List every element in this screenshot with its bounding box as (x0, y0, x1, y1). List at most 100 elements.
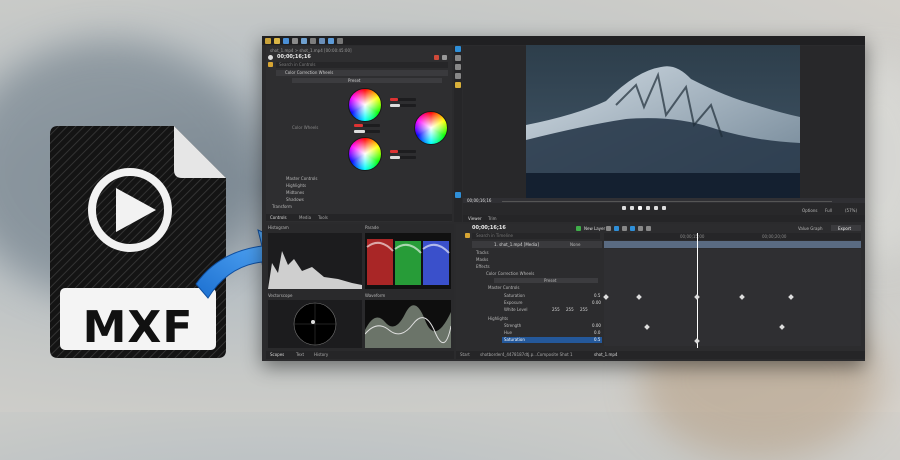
track-exposure[interactable]: Exposure (504, 300, 523, 305)
go-start-icon[interactable] (622, 206, 626, 210)
layer-clip-bar[interactable] (604, 241, 861, 248)
snap-tool-icon[interactable] (455, 192, 461, 198)
vectorscope (268, 300, 362, 348)
viewer-timecode: 00;00;16;16 (467, 198, 492, 203)
undo-icon[interactable] (328, 38, 334, 44)
tab-trim[interactable]: Trim (488, 216, 497, 221)
import-icon[interactable] (292, 38, 298, 44)
track-masks[interactable]: Masks (476, 257, 488, 262)
settings-icon[interactable] (442, 55, 447, 60)
prev-frame-icon[interactable] (630, 206, 634, 210)
track-color-correction[interactable]: Color Correction Wheels (486, 271, 534, 276)
tab-text[interactable]: Text (296, 352, 304, 357)
mask-tool-icon[interactable] (455, 64, 461, 70)
tab-composite-shot[interactable]: Composite Shot 1 (537, 352, 573, 357)
loop-icon[interactable] (662, 206, 666, 210)
highlights-color-wheel[interactable] (348, 88, 382, 122)
white-level-b[interactable]: 255 (580, 307, 588, 312)
preset-dropdown[interactable] (292, 78, 442, 83)
track-strength-value[interactable]: 0.00 (592, 323, 601, 328)
highlights-red-slider[interactable] (390, 98, 416, 101)
midtones-color-wheel[interactable] (414, 111, 448, 145)
keyframe-prev-icon[interactable] (606, 226, 611, 231)
go-end-icon[interactable] (654, 206, 658, 210)
parade-scope (365, 233, 451, 289)
paste-icon[interactable] (319, 38, 325, 44)
next-frame-icon[interactable] (646, 206, 650, 210)
track-exposure-value[interactable]: 0.00 (592, 300, 601, 305)
play-icon[interactable] (638, 206, 642, 210)
keyframe-add-icon[interactable] (614, 226, 619, 231)
track-saturation-hl-value[interactable]: 0.5 (594, 337, 600, 342)
ripple-icon[interactable] (638, 226, 643, 231)
tab-start[interactable]: Start (460, 352, 470, 357)
shadows-luma-slider[interactable] (390, 156, 416, 159)
timeline-filter-icon[interactable] (465, 233, 470, 238)
tab-viewer[interactable]: Viewer (468, 216, 482, 221)
track-master-controls[interactable]: Master Controls (488, 285, 519, 290)
keyframe-next-icon[interactable] (622, 226, 627, 231)
white-level-g[interactable]: 255 (566, 307, 574, 312)
blend-mode[interactable]: None (570, 242, 580, 247)
track-tracks[interactable]: Tracks (476, 250, 489, 255)
midtones-luma-slider[interactable] (354, 130, 380, 133)
playhead[interactable] (697, 233, 698, 348)
select-tool-icon[interactable] (455, 46, 461, 52)
tab-shotborder[interactable]: shotborder4_4478187dtj.p... (480, 352, 537, 357)
move-tool-icon[interactable] (455, 55, 461, 61)
white-level-r[interactable]: 255 (552, 307, 560, 312)
new-layer-button[interactable]: New Layer (584, 226, 605, 231)
filter-icon[interactable] (268, 62, 273, 67)
snap-icon[interactable] (630, 226, 635, 231)
midtones-row[interactable]: Midtones (286, 190, 304, 195)
track-saturation-hl: Saturation (504, 337, 525, 342)
tab-media[interactable]: Media (299, 215, 311, 220)
tab-history[interactable]: History (314, 352, 328, 357)
options-menu[interactable]: Options (802, 208, 817, 213)
tab-scopes[interactable]: Scopes (270, 352, 284, 357)
redo-icon[interactable] (337, 38, 343, 44)
track-saturation[interactable]: Saturation (504, 293, 525, 298)
new-layer-icon[interactable] (576, 226, 581, 231)
highlights-row[interactable]: Highlights (286, 183, 306, 188)
track-highlights[interactable]: Highlights (488, 316, 508, 321)
tab-tools[interactable]: Tools (318, 215, 328, 220)
timeline-ruler[interactable] (604, 233, 861, 240)
shadows-red-slider[interactable] (390, 150, 416, 153)
value-graph-button[interactable]: Value Graph (798, 226, 823, 231)
track-strength[interactable]: Strength (504, 323, 521, 328)
tab-controls[interactable]: Controls (270, 215, 287, 220)
track-saturation-value[interactable]: 0.5 (594, 293, 600, 298)
master-controls-row[interactable]: Master Controls (286, 176, 317, 181)
zoom-level[interactable]: (57%) (845, 208, 857, 213)
copy-icon[interactable] (310, 38, 316, 44)
paint-tool-icon[interactable] (455, 82, 461, 88)
vectorscope-title: Vectorscope (268, 293, 293, 298)
shadows-row[interactable]: Shadows (286, 197, 304, 202)
parade-title: Parade (365, 225, 379, 230)
transform-row[interactable]: Transform (272, 204, 292, 209)
edit-pencil-icon[interactable] (434, 55, 439, 60)
viewer-playhead-bar[interactable] (502, 201, 832, 202)
track-effects[interactable]: Effects (476, 264, 490, 269)
tab-shot-1[interactable]: shot_1.mp4 (594, 352, 617, 357)
track-white-level[interactable]: White Level (504, 307, 527, 312)
midtones-red-slider[interactable] (354, 124, 380, 127)
track-hue-value[interactable]: 0.0 (594, 330, 600, 335)
save-icon[interactable] (283, 38, 289, 44)
keyframe-area[interactable] (604, 249, 861, 346)
cut-icon[interactable] (301, 38, 307, 44)
link-icon[interactable] (646, 226, 651, 231)
shadows-color-wheel[interactable] (348, 137, 382, 171)
viewer-transport (622, 206, 682, 212)
editor-window: shot_1.mp4 > shot_1.mp4 [00:00:45:00] 00… (262, 36, 865, 361)
open-folder-icon[interactable] (274, 38, 280, 44)
timeline-timecode: 00;00;16;16 (472, 225, 506, 231)
pen-tool-icon[interactable] (455, 73, 461, 79)
new-file-icon[interactable] (265, 38, 271, 44)
controls-eye-icon[interactable] (268, 55, 273, 60)
track-hue[interactable]: Hue (504, 330, 512, 335)
highlights-luma-slider[interactable] (390, 104, 416, 107)
full-dropdown[interactable]: Full (825, 208, 832, 213)
scopes-tab-bar (266, 351, 454, 359)
